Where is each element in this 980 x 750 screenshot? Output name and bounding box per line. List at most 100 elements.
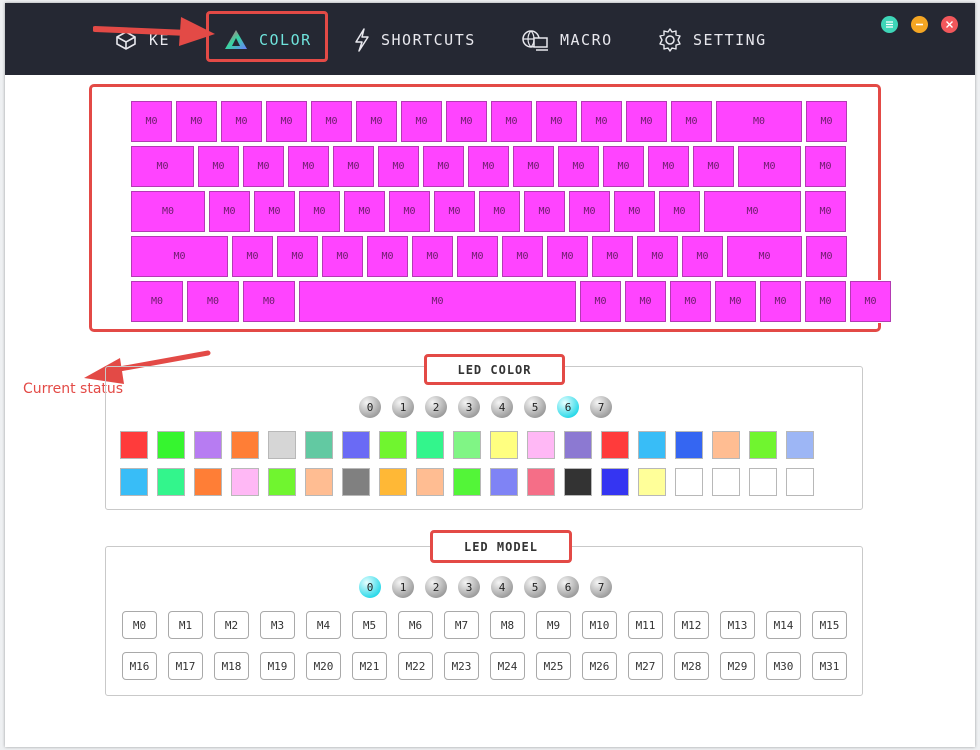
keyboard-key[interactable]: M0 <box>332 145 375 188</box>
led-mode-button[interactable]: M12 <box>674 611 709 639</box>
color-swatch[interactable] <box>712 468 740 496</box>
led-mode-button[interactable]: M11 <box>628 611 663 639</box>
keyboard-key[interactable]: M0 <box>220 100 263 143</box>
color-swatch[interactable] <box>564 431 592 459</box>
keyboard-key[interactable]: M0 <box>535 100 578 143</box>
keyboard-key[interactable]: M0 <box>546 235 589 278</box>
led-mode-button[interactable]: M24 <box>490 652 525 680</box>
color-swatch[interactable] <box>268 468 296 496</box>
keyboard-key[interactable]: M0 <box>287 145 330 188</box>
color-swatch[interactable] <box>379 468 407 496</box>
color-swatch[interactable] <box>305 468 333 496</box>
led-mode-button[interactable]: M25 <box>536 652 571 680</box>
color-swatch[interactable] <box>305 431 333 459</box>
color-swatch[interactable] <box>527 431 555 459</box>
keyboard-key[interactable]: M0 <box>298 280 577 323</box>
led-color-layer-5[interactable]: 5 <box>524 396 546 418</box>
led-model-layer-0[interactable]: 0 <box>359 576 381 598</box>
keyboard-key[interactable]: M0 <box>591 235 634 278</box>
led-mode-button[interactable]: M10 <box>582 611 617 639</box>
led-mode-button[interactable]: M8 <box>490 611 525 639</box>
led-mode-button[interactable]: M29 <box>720 652 755 680</box>
color-swatch[interactable] <box>453 431 481 459</box>
color-swatch[interactable] <box>416 468 444 496</box>
led-color-layer-3[interactable]: 3 <box>458 396 480 418</box>
keyboard-key[interactable]: M0 <box>186 280 240 323</box>
led-mode-button[interactable]: M4 <box>306 611 341 639</box>
color-swatch[interactable] <box>157 468 185 496</box>
keyboard-key[interactable]: M0 <box>343 190 386 233</box>
led-mode-button[interactable]: M22 <box>398 652 433 680</box>
keyboard-key[interactable]: M0 <box>669 280 712 323</box>
keyboard-key[interactable]: M0 <box>355 100 398 143</box>
keyboard-key[interactable]: M0 <box>276 235 319 278</box>
color-swatch[interactable] <box>712 431 740 459</box>
keyboard-key[interactable]: M0 <box>490 100 533 143</box>
keyboard-key[interactable]: M0 <box>658 190 701 233</box>
keyboard-key[interactable]: M0 <box>636 235 679 278</box>
keyboard-key[interactable]: M0 <box>130 280 184 323</box>
minimize-button[interactable] <box>911 16 928 33</box>
keyboard-key[interactable]: M0 <box>242 145 285 188</box>
color-swatch[interactable] <box>675 431 703 459</box>
keyboard-key[interactable]: M0 <box>478 190 521 233</box>
close-button[interactable] <box>941 16 958 33</box>
color-swatch[interactable] <box>416 431 444 459</box>
keyboard-key[interactable]: M0 <box>805 100 848 143</box>
menu-button[interactable] <box>881 16 898 33</box>
led-mode-button[interactable]: M16 <box>122 652 157 680</box>
led-mode-button[interactable]: M20 <box>306 652 341 680</box>
keyboard-key[interactable]: M0 <box>175 100 218 143</box>
color-swatch[interactable] <box>675 468 703 496</box>
keyboard-key[interactable]: M0 <box>625 100 668 143</box>
led-mode-button[interactable]: M26 <box>582 652 617 680</box>
keyboard-key[interactable]: M0 <box>512 145 555 188</box>
led-mode-button[interactable]: M1 <box>168 611 203 639</box>
keyboard-key[interactable]: M0 <box>433 190 476 233</box>
led-color-layer-2[interactable]: 2 <box>425 396 447 418</box>
keyboard-key[interactable]: M0 <box>445 100 488 143</box>
keyboard-key[interactable]: M0 <box>130 235 229 278</box>
color-swatch[interactable] <box>490 468 518 496</box>
color-swatch[interactable] <box>638 431 666 459</box>
color-swatch[interactable] <box>157 431 185 459</box>
color-swatch[interactable] <box>638 468 666 496</box>
led-mode-button[interactable]: M30 <box>766 652 801 680</box>
keyboard-key[interactable]: M0 <box>726 235 803 278</box>
keyboard-key[interactable]: M0 <box>804 145 847 188</box>
color-swatch[interactable] <box>453 468 481 496</box>
led-mode-button[interactable]: M14 <box>766 611 801 639</box>
color-swatch[interactable] <box>120 431 148 459</box>
keyboard-key[interactable]: M0 <box>197 145 240 188</box>
led-mode-button[interactable]: M17 <box>168 652 203 680</box>
keyboard-key[interactable]: M0 <box>265 100 308 143</box>
keyboard-key[interactable]: M0 <box>242 280 296 323</box>
led-mode-button[interactable]: M13 <box>720 611 755 639</box>
led-model-layer-7[interactable]: 7 <box>590 576 612 598</box>
keyboard-key[interactable]: M0 <box>613 190 656 233</box>
led-color-layer-6[interactable]: 6 <box>557 396 579 418</box>
led-mode-button[interactable]: M31 <box>812 652 847 680</box>
color-swatch[interactable] <box>120 468 148 496</box>
led-model-layer-1[interactable]: 1 <box>392 576 414 598</box>
keyboard-key[interactable]: M0 <box>714 280 757 323</box>
led-mode-button[interactable]: M19 <box>260 652 295 680</box>
keyboard-key[interactable]: M0 <box>670 100 713 143</box>
led-model-layer-6[interactable]: 6 <box>557 576 579 598</box>
keyboard-key[interactable]: M0 <box>298 190 341 233</box>
color-swatch[interactable] <box>231 431 259 459</box>
led-mode-button[interactable]: M0 <box>122 611 157 639</box>
color-swatch[interactable] <box>601 431 629 459</box>
color-swatch[interactable] <box>564 468 592 496</box>
keyboard-key[interactable]: M0 <box>321 235 364 278</box>
led-model-layer-5[interactable]: 5 <box>524 576 546 598</box>
keyboard-key[interactable]: M0 <box>467 145 510 188</box>
led-model-layer-2[interactable]: 2 <box>425 576 447 598</box>
keyboard-key[interactable]: M0 <box>422 145 465 188</box>
color-swatch[interactable] <box>342 468 370 496</box>
led-color-layer-1[interactable]: 1 <box>392 396 414 418</box>
led-mode-button[interactable]: M21 <box>352 652 387 680</box>
led-color-layer-0[interactable]: 0 <box>359 396 381 418</box>
keyboard-key[interactable]: M0 <box>580 100 623 143</box>
keyboard-key[interactable]: M0 <box>804 280 847 323</box>
